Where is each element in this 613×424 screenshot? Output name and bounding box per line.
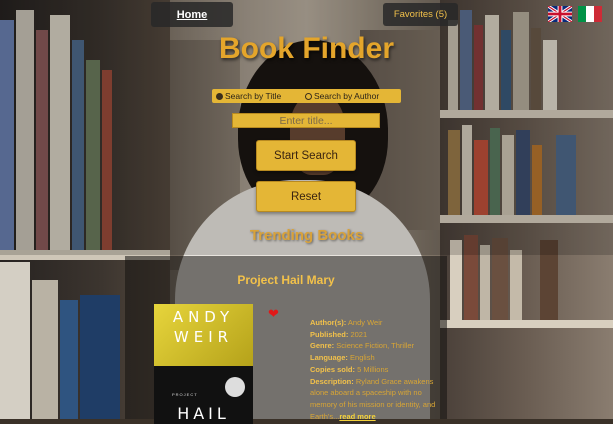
book-title: Project Hail Mary bbox=[237, 273, 335, 287]
heart-favorite-icon[interactable]: ❤ bbox=[268, 306, 279, 322]
detail-genre: Genre: Science Fiction, Thriller bbox=[310, 341, 415, 351]
start-search-button[interactable]: Start Search bbox=[256, 140, 356, 171]
detail-author: Author(s): Andy Weir bbox=[310, 318, 383, 327]
home-nav-link[interactable]: Home bbox=[151, 2, 233, 27]
radio-author-icon[interactable] bbox=[305, 92, 312, 100]
detail-description: Description: Ryland Grace awakens alone … bbox=[310, 376, 436, 421]
search-mode-toggle: Search by Title Search by Author bbox=[212, 89, 401, 103]
search-by-title-label: Search by Title bbox=[225, 91, 282, 101]
detail-language: Language: English bbox=[310, 353, 375, 363]
detail-copies-sold: Copies sold: 5 Millions bbox=[310, 364, 389, 374]
favorites-nav-link[interactable]: Favorites (5) bbox=[383, 3, 458, 26]
cover-hail-text: HAIL bbox=[177, 404, 230, 423]
page-title: Book Finder bbox=[218, 32, 394, 65]
search-by-author-option[interactable]: Search by Author bbox=[305, 91, 379, 101]
uk-flag-icon[interactable] bbox=[548, 6, 572, 22]
search-by-author-label: Search by Author bbox=[314, 91, 380, 101]
book-details: Author(s): Andy Weir Published: 2021 Gen… bbox=[310, 317, 450, 422]
cover-project-text: PROJECT bbox=[172, 392, 198, 397]
search-input[interactable] bbox=[232, 113, 380, 128]
radio-title-icon[interactable] bbox=[216, 92, 223, 100]
reset-button[interactable]: Reset bbox=[256, 181, 356, 212]
trending-heading: Trending Books bbox=[249, 227, 364, 244]
cover-author-line1: ANDY bbox=[172, 308, 235, 326]
italy-flag-icon[interactable] bbox=[578, 6, 602, 22]
detail-published: Published: 2021 bbox=[310, 329, 368, 339]
cover-author-line2: WEIR bbox=[173, 328, 234, 346]
read-more-link[interactable]: read more bbox=[339, 412, 375, 421]
book-cover-image[interactable]: ANDY WEIR PROJECT HAIL bbox=[154, 304, 253, 424]
search-by-title-option[interactable]: Search by Title bbox=[216, 91, 281, 101]
